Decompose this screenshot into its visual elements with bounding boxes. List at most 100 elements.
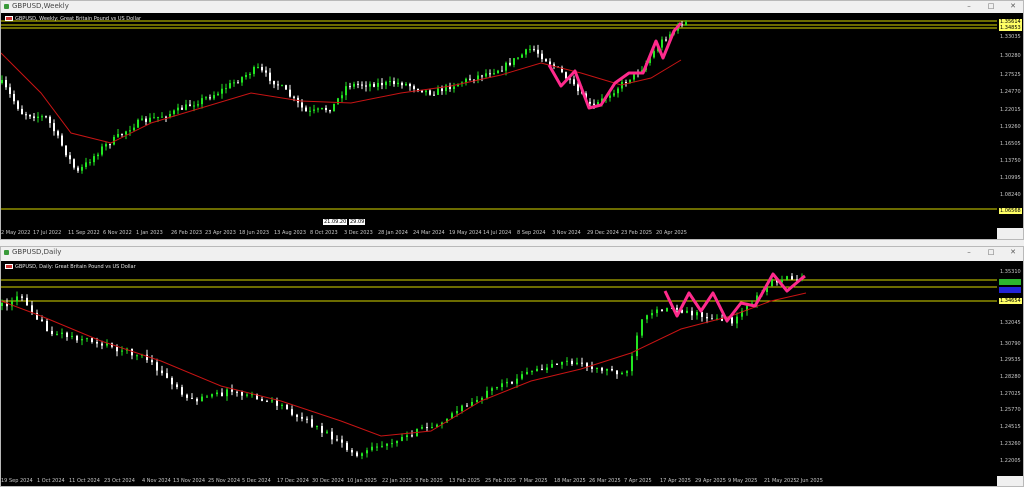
candle-body (33, 116, 35, 118)
candle-body (176, 384, 178, 388)
x-tick: 6 Nov 2022 (103, 230, 132, 236)
y-tick: 1.27525 (1000, 72, 1021, 78)
candle-body (376, 446, 378, 448)
x-tick: 25 Nov 2024 (208, 478, 241, 484)
candle-body (361, 84, 363, 86)
weekly-titlebar[interactable]: GBPUSD,Weekly – □ ✕ (1, 1, 1023, 12)
minimize-icon[interactable]: – (961, 2, 977, 11)
candle-body (385, 81, 387, 86)
candle-body (293, 96, 295, 98)
date-tag: 21.09.20 (323, 219, 348, 225)
candle-body (489, 73, 491, 75)
candle-body (373, 83, 375, 87)
x-tick: 17 Dec 2024 (277, 478, 309, 484)
candle-body (577, 84, 579, 92)
x-tick: 2 Jun 2025 (796, 478, 823, 484)
candle-body (613, 93, 615, 96)
x-tick: 13 Nov 2024 (173, 478, 206, 484)
price-label: 1.34853 (999, 25, 1022, 31)
candle-body (525, 49, 527, 55)
candle-body (596, 367, 598, 369)
daily-plot-area[interactable]: GBPUSD, Daily: Great Britain Pound vs US… (1, 261, 997, 476)
close-icon[interactable]: ✕ (1005, 2, 1021, 11)
maximize-icon[interactable]: □ (983, 2, 999, 11)
minimize-icon[interactable]: – (961, 248, 977, 257)
candle-body (81, 339, 83, 341)
candle-body (371, 446, 373, 451)
candle-body (625, 81, 627, 83)
candle-body (405, 83, 407, 86)
candle-body (26, 297, 28, 306)
weekly-time-axis[interactable]: 2 May 2022 17 Jul 2022 11 Sep 2022 6 Nov 20… (1, 228, 997, 239)
candle-body (666, 307, 668, 312)
x-tick: 23 Oct 2024 (104, 478, 135, 484)
maximize-icon[interactable]: □ (983, 248, 999, 257)
candle-body (381, 82, 383, 86)
candle-body (396, 440, 398, 444)
candle-body (261, 399, 263, 401)
candle-body (201, 98, 203, 105)
candle-body (173, 110, 175, 114)
candle-body (529, 49, 531, 51)
candle-body (636, 335, 638, 357)
candle-body (401, 437, 403, 441)
candle-body (377, 82, 379, 87)
close-icon[interactable]: ✕ (1005, 248, 1021, 257)
candle-body (305, 107, 307, 112)
candle-body (441, 88, 443, 92)
candle-body (686, 310, 688, 313)
candle-body (336, 439, 338, 441)
candle-body (353, 83, 355, 87)
y-tick: 1.35310 (1000, 269, 1021, 275)
x-tick: 21 May 2025 (764, 478, 797, 484)
x-tick: 7 Mar 2025 (519, 478, 548, 484)
candle-body (21, 108, 23, 115)
candle-body (145, 118, 147, 122)
candle-body (537, 49, 539, 54)
candle-body (631, 356, 633, 372)
daily-chart-window[interactable]: GBPUSD,Daily – □ ✕ GBPUSD, Daily: Great … (0, 246, 1024, 487)
daily-titlebar[interactable]: GBPUSD,Daily – □ ✕ (1, 247, 1023, 258)
weekly-price-axis[interactable]: 1.33035 1.30280 1.27525 1.24770 1.22015 … (997, 13, 1023, 228)
candle-body (269, 72, 271, 81)
candle-body (17, 101, 19, 109)
x-tick: 13 Feb 2025 (449, 478, 481, 484)
candle-body (53, 123, 55, 132)
candle-body (301, 416, 303, 419)
candle-body (356, 452, 358, 456)
daily-time-axis[interactable]: 19 Sep 2024 1 Oct 2024 11 Oct 2024 23 Oct 2… (1, 476, 997, 486)
candle-body (21, 296, 23, 298)
candle-body (49, 116, 51, 124)
candle-body (516, 378, 518, 384)
candle-body (73, 159, 75, 168)
candle-body (25, 114, 27, 116)
candle-body (121, 350, 123, 352)
candle-body (61, 332, 63, 334)
candle-body (786, 276, 788, 280)
candle-body (611, 368, 613, 371)
daily-price-axis[interactable]: 1.35310 1.32045 1.30790 1.29535 1.28280 … (997, 261, 1023, 476)
x-tick: 3 Nov 2024 (552, 230, 581, 236)
candle-body (189, 104, 191, 107)
candle-body (549, 61, 551, 65)
candle-body (486, 390, 488, 398)
candle-body (477, 75, 479, 80)
x-tick: 26 Mar 2025 (589, 478, 621, 484)
candle-body (117, 134, 119, 137)
candle-body (606, 368, 608, 371)
weekly-chart-window[interactable]: GBPUSD,Weekly – □ ✕ GBPUSD, Weekly: Grea… (0, 0, 1024, 240)
x-tick: 19 Sep 2024 (1, 478, 33, 484)
candle-body (46, 321, 48, 332)
candle-body (736, 316, 738, 324)
weekly-plot-area[interactable]: GBPUSD, Weekly: Great Britain Pound vs U… (1, 13, 997, 228)
x-tick: 23 Feb 2025 (621, 230, 653, 236)
candle-body (651, 313, 653, 316)
candle-body (211, 394, 213, 397)
candle-body (289, 89, 291, 97)
candle-body (401, 82, 403, 86)
x-tick: 17 Jul 2022 (33, 230, 62, 236)
x-tick: 3 Dec 2023 (344, 230, 373, 236)
candle-body (85, 162, 87, 167)
weekly-symbol-text: GBPUSD, Weekly: Great Britain Pound vs U… (15, 16, 142, 22)
y-tick: 1.27025 (1000, 391, 1021, 397)
